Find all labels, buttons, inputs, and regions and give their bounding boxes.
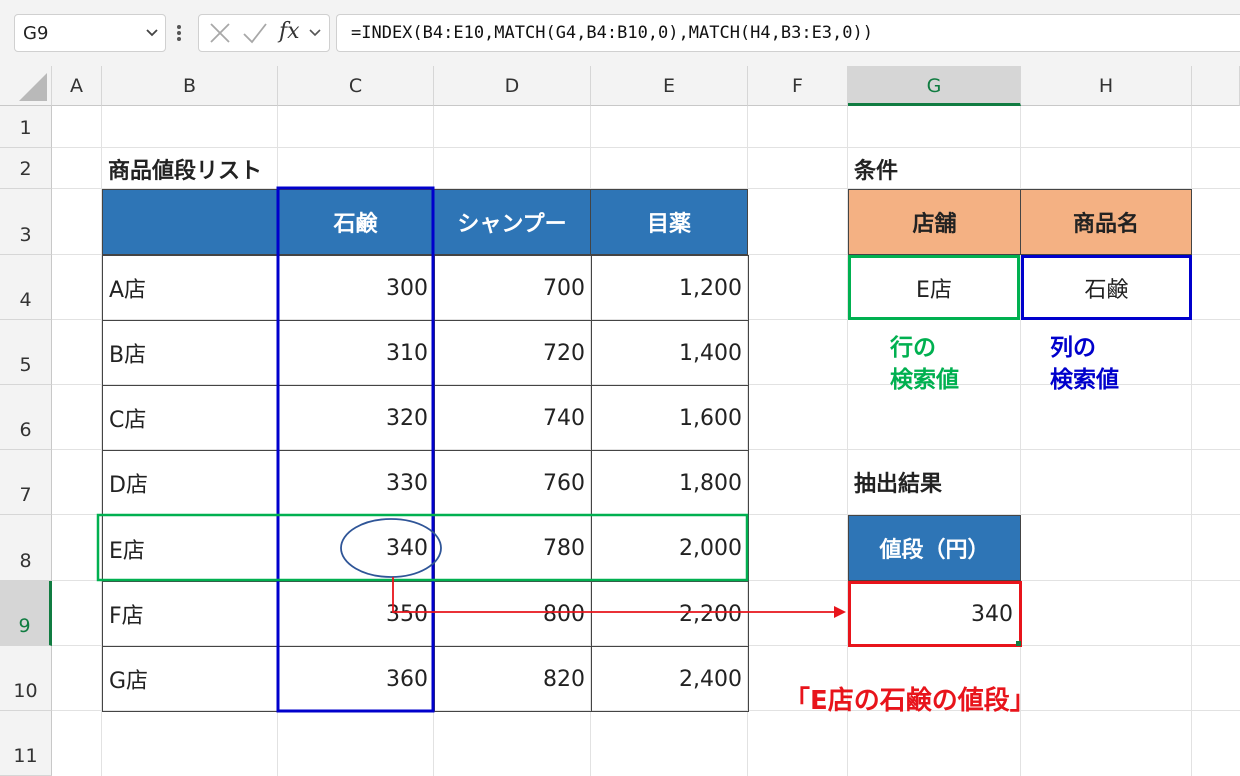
store-name-cell[interactable]: D店	[102, 450, 279, 516]
row-note-line1: 行の	[890, 335, 936, 361]
product-header: 商品名	[1020, 189, 1192, 255]
enter-check-icon[interactable]	[241, 15, 269, 51]
store-name-cell[interactable]: A店	[102, 255, 279, 321]
store-name-cell[interactable]: F店	[102, 581, 279, 647]
col-note-line1: 列の	[1050, 335, 1096, 361]
name-box[interactable]: G9	[14, 14, 166, 52]
price-cell-shampoo[interactable]: 820	[434, 646, 592, 712]
table-header-blank	[102, 189, 278, 255]
product-value-cell[interactable]: 石鹸	[1021, 255, 1192, 320]
name-box-value: G9	[23, 23, 49, 44]
col-note-line2: 検索値	[1050, 367, 1119, 393]
row-header-2[interactable]: 2	[0, 148, 52, 189]
cancel-icon[interactable]	[207, 15, 233, 51]
arrow-head-icon	[834, 606, 846, 618]
store-value-cell[interactable]: E店	[848, 255, 1020, 320]
price-cell-eyedrops[interactable]: 2,200	[591, 581, 749, 647]
column-header-e[interactable]: E	[591, 66, 748, 106]
row-header-3[interactable]: 3	[0, 189, 52, 255]
col-lookup-note: 列の 検索値	[1050, 332, 1119, 396]
table-header-shampoo: シャンプー	[433, 189, 591, 255]
chevron-down-icon[interactable]	[145, 27, 159, 39]
price-cell-eyedrops[interactable]: 1,600	[591, 385, 749, 451]
formula-input[interactable]: =INDEX(B4:E10,MATCH(G4,B4:B10,0),MATCH(H…	[336, 14, 1240, 52]
formula-controls: fx	[198, 14, 330, 52]
price-cell-soap[interactable]: 310	[278, 320, 435, 386]
price-cell-shampoo[interactable]: 700	[434, 255, 592, 321]
store-name-cell[interactable]: C店	[102, 385, 279, 451]
column-header-d[interactable]: D	[434, 66, 591, 106]
price-cell-shampoo[interactable]: 740	[434, 385, 592, 451]
table-header-eyedrops: 目薬	[590, 189, 748, 255]
row-header-7[interactable]: 7	[0, 450, 52, 515]
price-cell-soap[interactable]: 360	[278, 646, 435, 712]
row-header-11[interactable]: 11	[0, 711, 52, 776]
row-header-4[interactable]: 4	[0, 255, 52, 320]
price-cell-shampoo[interactable]: 800	[434, 581, 592, 647]
result-header: 値段（円）	[848, 515, 1021, 581]
column-header-f[interactable]: F	[748, 66, 848, 106]
store-name-cell[interactable]: E店	[102, 515, 279, 582]
store-header: 店舗	[848, 189, 1021, 255]
row-header-10[interactable]: 10	[0, 646, 52, 711]
column-header-c[interactable]: C	[278, 66, 434, 106]
price-cell-soap[interactable]: 330	[278, 450, 435, 516]
price-cell-shampoo[interactable]: 720	[434, 320, 592, 386]
price-cell-eyedrops[interactable]: 1,400	[591, 320, 749, 386]
store-name-cell[interactable]: B店	[102, 320, 279, 386]
formula-text: =INDEX(B4:E10,MATCH(G4,B4:B10,0),MATCH(H…	[351, 23, 873, 43]
price-cell-shampoo[interactable]: 760	[434, 450, 592, 516]
store-name-cell[interactable]: G店	[102, 646, 279, 712]
result-value-cell[interactable]: 340	[848, 581, 1022, 647]
price-cell-soap[interactable]: 300	[278, 255, 435, 321]
more-options-icon[interactable]	[176, 24, 182, 42]
price-cell-soap[interactable]: 320	[278, 385, 435, 451]
column-header-b[interactable]: B	[102, 66, 278, 106]
chevron-down-icon[interactable]	[307, 15, 323, 51]
row-header-9[interactable]: 9	[0, 581, 52, 646]
row-header-1[interactable]: 1	[0, 106, 52, 148]
insert-function-icon[interactable]: fx	[279, 19, 300, 44]
column-header-g[interactable]: G	[848, 66, 1021, 106]
row-header-8[interactable]: 8	[0, 515, 52, 581]
callout-text: 「E店の石鹸の値段」	[784, 686, 1036, 716]
column-header-h[interactable]: H	[1021, 66, 1192, 106]
price-cell-eyedrops[interactable]: 1,800	[591, 450, 749, 516]
price-list-title: 商品値段リスト	[108, 158, 263, 184]
column-header-next[interactable]	[1192, 66, 1240, 106]
result-title: 抽出結果	[854, 472, 943, 497]
row-lookup-note: 行の 検索値	[890, 332, 959, 396]
row-note-line2: 検索値	[890, 367, 959, 393]
price-cell-eyedrops[interactable]: 2,400	[591, 646, 749, 712]
column-header-a[interactable]: A	[52, 66, 102, 106]
price-cell-soap[interactable]: 350	[278, 581, 435, 647]
price-cell-shampoo[interactable]: 780	[434, 515, 592, 582]
price-cell-soap[interactable]: 340	[278, 515, 435, 582]
select-all-corner[interactable]	[0, 66, 52, 106]
price-cell-eyedrops[interactable]: 2,000	[591, 515, 749, 582]
conditions-title: 条件	[854, 158, 899, 184]
price-cell-eyedrops[interactable]: 1,200	[591, 255, 749, 321]
row-header-5[interactable]: 5	[0, 320, 52, 385]
table-header-soap: 石鹸	[277, 189, 434, 255]
formula-bar: G9 fx =INDEX(B4:E10,MATCH(G4,B4:B10,0),M…	[0, 0, 1240, 66]
row-header-6[interactable]: 6	[0, 385, 52, 450]
